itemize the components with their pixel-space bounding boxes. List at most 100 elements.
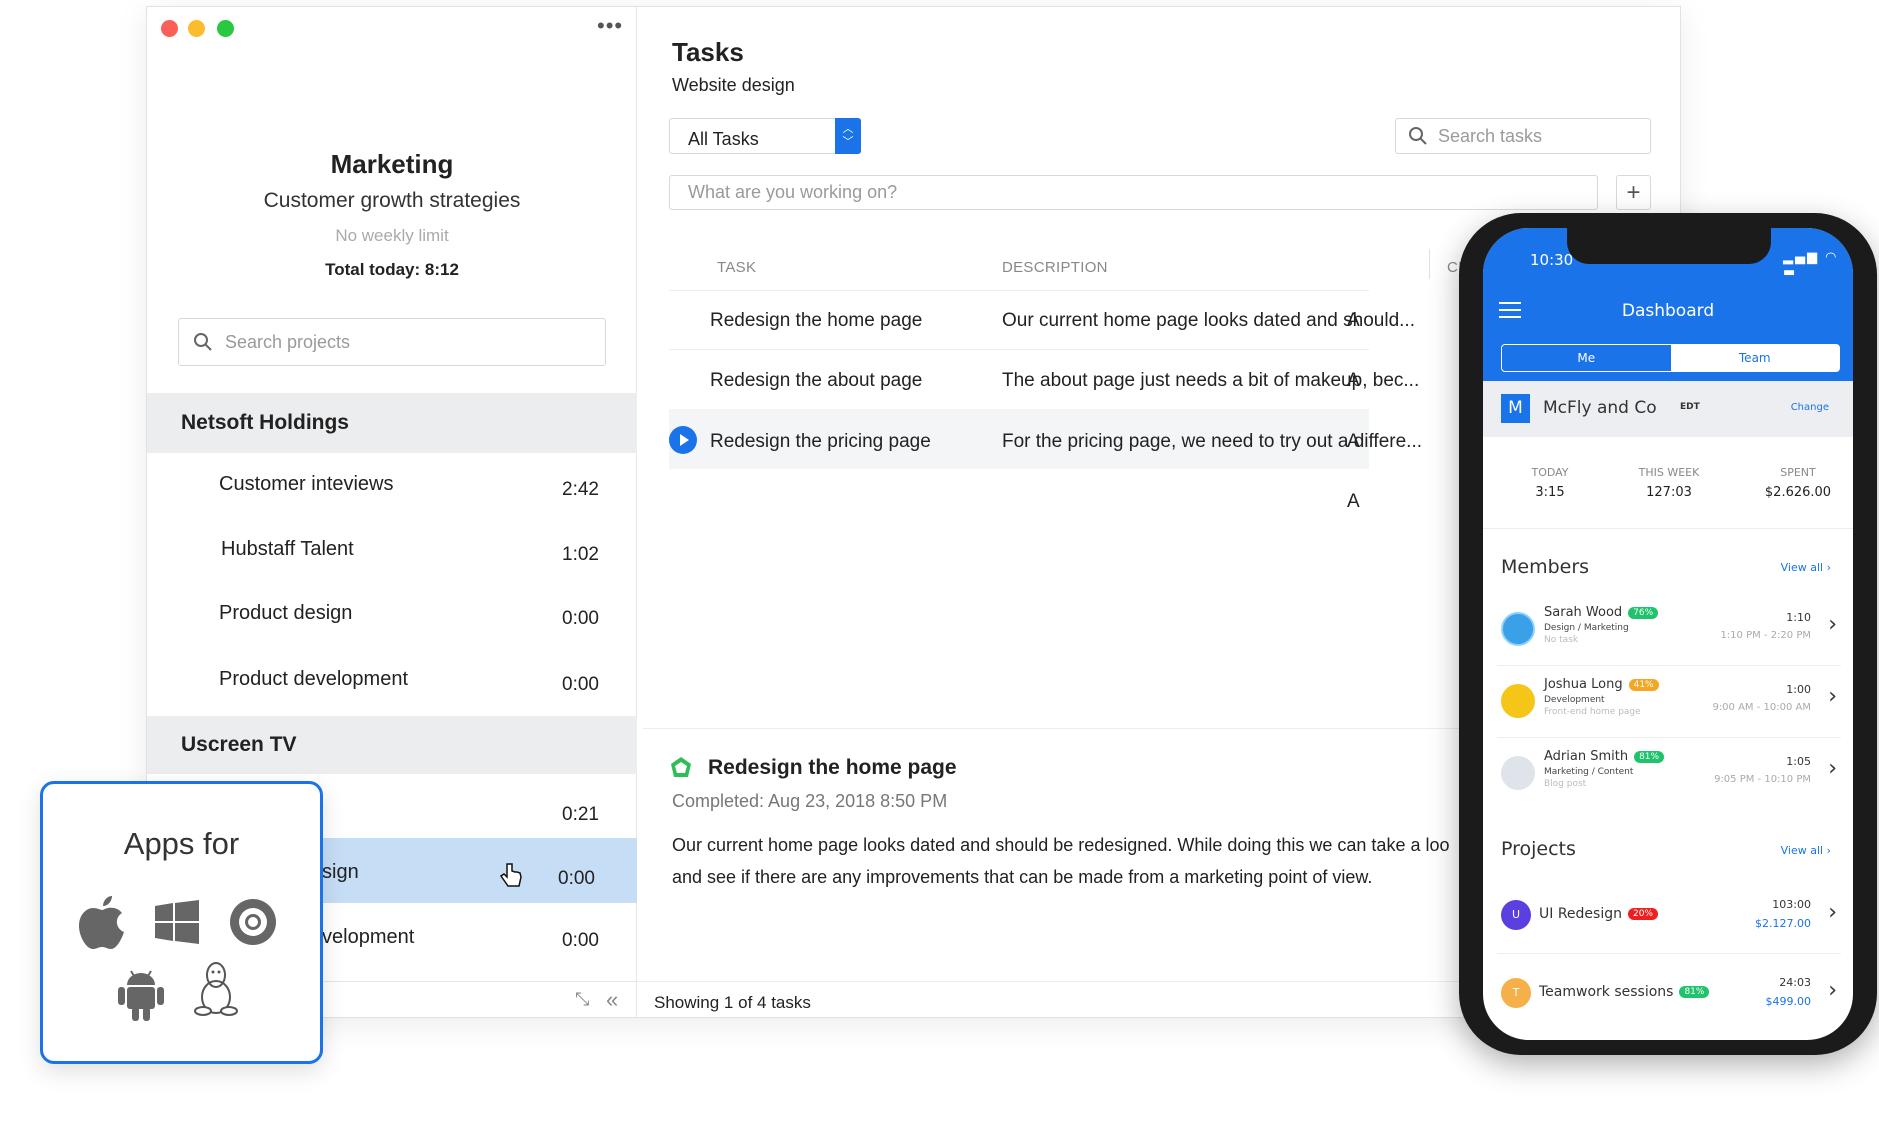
maximize-window-button[interactable]: [217, 20, 234, 37]
compact-icon[interactable]: ⤡: [575, 989, 589, 1010]
org-avatar: M: [1501, 394, 1530, 423]
project-title: Marketing: [330, 149, 454, 179]
project-time: 0:00: [562, 930, 599, 951]
search-placeholder: Search projects: [225, 331, 351, 352]
group-header-netsoft[interactable]: Netsoft Holdings: [147, 393, 637, 453]
project-row[interactable]: T Teamwork sessions 81% 24:03 $499.00 ›: [1497, 954, 1841, 1030]
change-org-link[interactable]: Change: [1791, 402, 1829, 413]
apps-for-card: Apps for: [40, 781, 323, 1064]
project-avatar: U: [1501, 900, 1531, 930]
play-icon[interactable]: [669, 426, 697, 454]
column-header-description[interactable]: DESCRIPTION: [1002, 259, 1108, 276]
project-name: Teamwork sessions: [1539, 984, 1674, 1000]
task-row[interactable]: A: [669, 469, 1369, 529]
windows-icon[interactable]: [155, 900, 199, 944]
segment-me[interactable]: Me: [1502, 345, 1671, 371]
collapse-sidebar-icon[interactable]: «: [606, 987, 618, 1013]
apple-icon[interactable]: [79, 896, 127, 950]
task-name: Redesign the pricing page: [710, 431, 931, 452]
apps-title: Apps for: [123, 826, 240, 861]
chevron-updown-icon: ︿ ﹀: [835, 118, 861, 154]
member-time: 1:10: [1786, 611, 1811, 624]
member-row[interactable]: Adrian Smith 81% Marketing / Content Blog…: [1497, 738, 1841, 810]
project-hours: 103:00: [1772, 898, 1811, 911]
org-row: M McFly and Co EDT Change: [1483, 381, 1853, 437]
member-name: Sarah Wood: [1544, 605, 1623, 620]
status-icons: ▂▄▆ ◠ ▬: [1783, 250, 1839, 280]
project-row[interactable]: U UI Redesign 20% 103:00 $2.127.00 ›: [1497, 878, 1841, 954]
task-row[interactable]: Redesign the home page Our current home p…: [669, 290, 1415, 350]
desktop-app-window: ••• Marketing Customer growth strategies…: [146, 6, 1682, 1018]
member-task: Front-end home page: [1544, 707, 1641, 717]
task-row-hovered[interactable]: Redesign the pricing page For the pricing…: [669, 409, 1490, 469]
activity-badge: 41%: [1628, 678, 1659, 691]
stat-today: TODAY 3:15: [1531, 466, 1569, 500]
segment-team[interactable]: Team: [1670, 345, 1839, 371]
group-header-uscreen[interactable]: Uscreen TV: [147, 716, 637, 774]
task-extra: A: [1347, 431, 1360, 452]
linux-icon[interactable]: [194, 961, 238, 1017]
new-task-input[interactable]: What are you working on?: [669, 175, 1598, 210]
project-name: velopment: [322, 926, 415, 948]
search-icon: [194, 333, 212, 351]
avatar: [1501, 612, 1535, 646]
member-row[interactable]: Sarah Wood 76% Design / Marketing No task…: [1497, 594, 1841, 666]
task-count: Showing 1 of 4 tasks: [654, 993, 811, 1012]
filter-value: All Tasks: [688, 129, 759, 149]
project-name: Hubstaff Talent: [221, 538, 354, 560]
mobile-dashboard: 10:30 ▂▄▆ ◠ ▬ Dashboard Me Team M McFly …: [1483, 228, 1853, 1040]
member-name: Adrian Smith: [1544, 749, 1629, 764]
stat-spent: SPENT $2.626.00: [1764, 466, 1832, 500]
budget-badge: 20%: [1627, 908, 1658, 920]
weekly-limit: No weekly limit: [335, 226, 449, 245]
task-extra: A: [1347, 370, 1360, 391]
search-tasks-input[interactable]: Search tasks: [1395, 118, 1651, 154]
android-icon[interactable]: [118, 965, 164, 1021]
member-range: 9:00 AM - 10:00 AM: [1712, 702, 1811, 713]
page-title: Tasks: [672, 37, 744, 67]
mobile-title: Dashboard: [1621, 301, 1715, 321]
column-divider: [1429, 249, 1430, 279]
task-extra: A: [1347, 491, 1360, 512]
task-row[interactable]: Redesign the about page The about page ju…: [669, 350, 1419, 410]
project-hours: 24:03: [1779, 976, 1811, 989]
project-item[interactable]: Customer inteviews 2:42: [147, 453, 637, 518]
activity-badge: 81%: [1634, 750, 1665, 763]
chevron-right-icon: ›: [1828, 978, 1837, 1003]
project-time: 1:02: [562, 544, 599, 565]
members-view-all[interactable]: View all ›: [1781, 561, 1831, 574]
search-projects-input[interactable]: Search projects: [178, 318, 606, 366]
column-header-task[interactable]: TASK: [717, 259, 756, 276]
project-item[interactable]: Product development 0:00: [147, 648, 637, 713]
task-filter-select[interactable]: All Tasks ︿ ﹀: [669, 118, 861, 154]
search-icon: [1409, 127, 1427, 145]
detail-description-line1: Our current home page looks dated and sh…: [672, 835, 1450, 855]
project-item[interactable]: Hubstaff Talent 1:02: [147, 518, 637, 583]
project-name: Product design: [219, 602, 353, 624]
projects-view-all[interactable]: View all ›: [1781, 844, 1831, 857]
member-row[interactable]: Joshua Long 41% Development Front-end hom…: [1497, 666, 1841, 738]
page-subtitle: Website design: [672, 75, 795, 95]
member-time: 1:00: [1786, 683, 1811, 696]
member-task: No task: [1544, 635, 1579, 645]
new-task-placeholder: What are you working on?: [688, 182, 898, 202]
member-time: 1:05: [1786, 755, 1811, 768]
member-range: 1:10 PM - 2:20 PM: [1720, 630, 1811, 641]
close-window-button[interactable]: [161, 20, 178, 37]
detail-completed: Completed: Aug 23, 2018 8:50 PM: [672, 791, 948, 811]
notch: [1567, 228, 1771, 264]
project-time: 0:00: [558, 868, 595, 889]
more-dots-icon[interactable]: •••: [597, 13, 623, 39]
member-range: 9:05 PM - 10:10 PM: [1714, 774, 1811, 785]
task-extra: A: [1347, 310, 1360, 331]
hubstaff-logo-icon: [671, 757, 691, 777]
add-task-button[interactable]: +: [1616, 175, 1651, 210]
project-amount: $2.127.00: [1755, 917, 1811, 930]
minimize-window-button[interactable]: [188, 20, 205, 37]
me-team-toggle: Me Team: [1501, 344, 1840, 372]
chrome-icon[interactable]: [229, 898, 277, 946]
detail-title: Redesign the home page: [708, 756, 957, 779]
project-item[interactable]: Product design 0:00: [147, 582, 637, 647]
hand-cursor-icon: [499, 863, 522, 887]
project-name: UI Redesign: [1539, 906, 1622, 922]
